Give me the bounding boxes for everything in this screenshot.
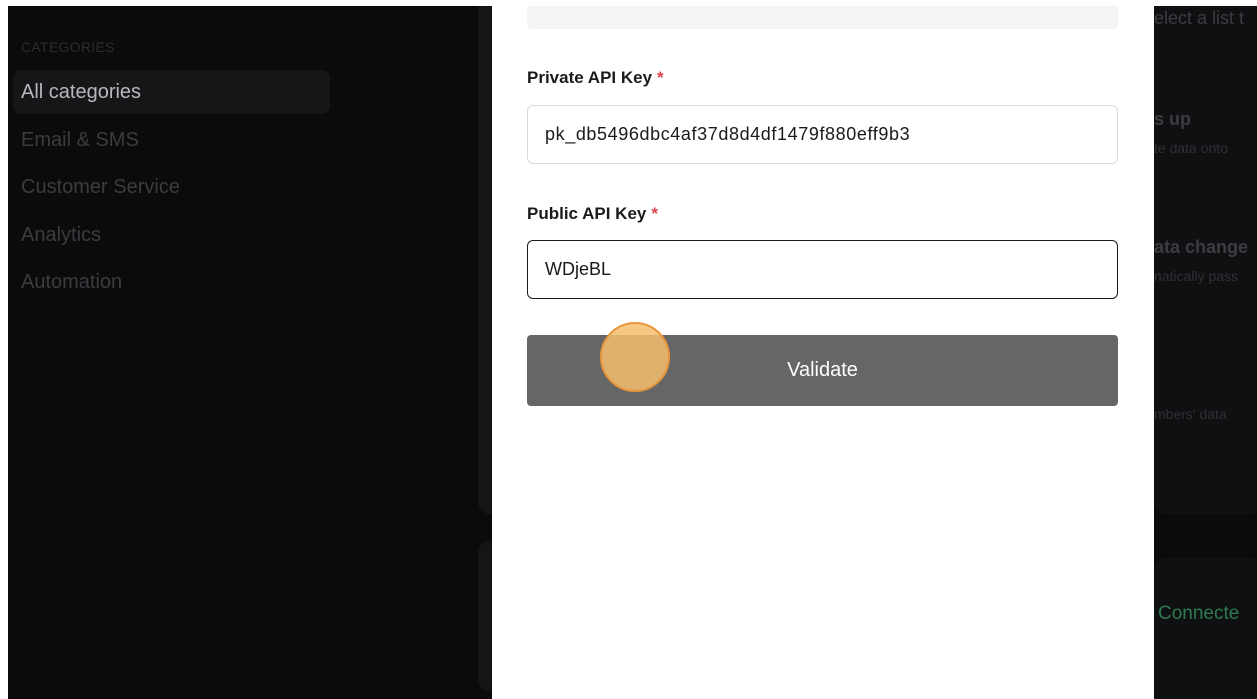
public-key-label: Public API Key *	[527, 204, 658, 224]
select-list-text: elect a list t	[1154, 8, 1245, 28]
background-card	[1154, 558, 1257, 699]
public-key-label-text: Public API Key	[527, 204, 647, 223]
feature-description: natically pass	[1154, 268, 1239, 284]
category-all[interactable]: All categories	[13, 70, 330, 114]
categories-sidebar: CATEGORIES All categories Email & SMS Cu…	[8, 6, 348, 699]
click-indicator	[600, 322, 670, 392]
public-api-key-input[interactable]	[527, 240, 1118, 299]
category-automation[interactable]: Automation	[13, 260, 330, 304]
feature-description: te data onto	[1154, 140, 1228, 156]
category-email-sms[interactable]: Email & SMS	[13, 118, 330, 162]
previous-field	[527, 6, 1118, 29]
private-key-label-text: Private API Key	[527, 68, 653, 87]
feature-heading: s up	[1154, 109, 1192, 129]
app-frame: CATEGORIES All categories Email & SMS Cu…	[8, 6, 1257, 699]
private-key-label: Private API Key *	[527, 68, 664, 88]
background-card	[1154, 6, 1257, 514]
connected-status: Connecte	[1158, 603, 1240, 624]
category-analytics[interactable]: Analytics	[13, 213, 330, 257]
required-asterisk: *	[657, 68, 664, 87]
private-api-key-input[interactable]	[527, 105, 1118, 164]
category-customer-service[interactable]: Customer Service	[13, 165, 330, 209]
background-right-panel: elect a list t s up te data onto ata cha…	[1154, 6, 1257, 699]
required-asterisk: *	[651, 204, 658, 223]
feature-description: mbers' data	[1154, 406, 1227, 422]
feature-heading: ata change	[1154, 237, 1249, 257]
categories-heading: CATEGORIES	[21, 39, 115, 55]
api-key-modal: Private API Key* Public API Key* Validat…	[492, 6, 1154, 699]
